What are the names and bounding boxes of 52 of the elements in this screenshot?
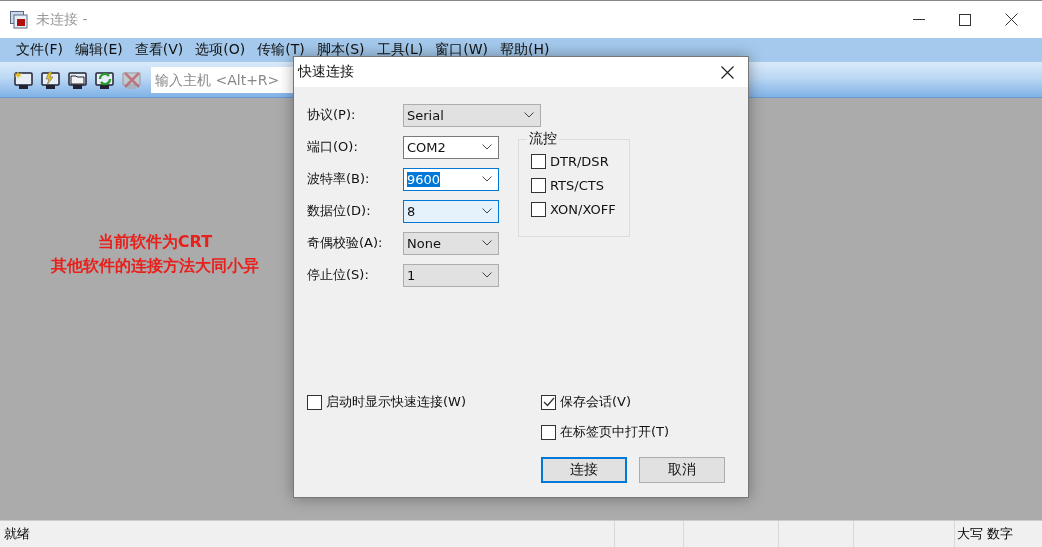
chevron-down-icon — [482, 176, 492, 182]
close-icon[interactable] — [721, 65, 734, 79]
chevron-down-icon — [524, 112, 534, 118]
host-input-field[interactable]: 输入主机 <Alt+R> — [151, 66, 295, 93]
cancel-button[interactable]: 取消 — [639, 457, 725, 483]
checkbox-label: RTS/CTS — [550, 178, 604, 193]
checkbox-label: 在标签页中打开(T) — [560, 423, 670, 441]
chevron-down-icon — [482, 144, 492, 150]
annotation-text: 当前软件为CRT — [97, 232, 213, 253]
annotation-text: 其他软件的连接方法大同小异 — [51, 256, 259, 277]
checkbox[interactable] — [531, 178, 546, 193]
status-indicator: 数字 — [987, 525, 1013, 543]
group-title: 流控 — [527, 130, 559, 148]
menu-item[interactable]: 传输(T) — [251, 41, 311, 59]
dropdown[interactable]: 8 — [403, 199, 499, 223]
checkbox-label: DTR/DSR — [550, 154, 609, 169]
dropdown[interactable]: COM2 — [403, 135, 499, 159]
checkbox[interactable] — [307, 394, 322, 410]
maximize-icon[interactable] — [959, 13, 971, 26]
checkbox[interactable] — [531, 202, 546, 217]
close-icon[interactable] — [1005, 13, 1018, 26]
field-label: 奇偶校验(A): — [307, 234, 384, 252]
checkbox-label: 启动时显示快速连接(W) — [326, 393, 466, 411]
status-indicator: 大写 — [957, 525, 983, 543]
chevron-down-icon — [482, 208, 492, 214]
field-label: 端口(O): — [307, 138, 359, 156]
app-icon — [10, 10, 28, 29]
checkbox[interactable] — [541, 424, 556, 440]
minimize-icon[interactable] — [913, 18, 925, 21]
checkbox-label: XON/XOFF — [550, 202, 616, 217]
window-title: 未连接 - — [36, 10, 88, 29]
checkbox-label: 保存会话(V) — [560, 393, 632, 411]
chevron-down-icon — [482, 272, 492, 278]
menu-item[interactable]: 选项(O) — [189, 41, 252, 59]
field-label: 数据位(D): — [307, 202, 372, 220]
chevron-down-icon — [482, 240, 492, 246]
dropdown[interactable]: 9600 — [403, 167, 499, 191]
menu-item[interactable]: 编辑(E) — [69, 41, 129, 59]
connect-button[interactable]: 连接 — [541, 457, 627, 483]
menu-item[interactable]: 工具(L) — [370, 41, 430, 59]
menu-item[interactable]: 文件(F) — [10, 41, 69, 59]
field-label: 波特率(B): — [307, 170, 371, 188]
checkbox[interactable] — [541, 394, 556, 410]
dialog-title: 快速连接 — [298, 63, 354, 81]
status-text: 就绪 — [3, 525, 31, 543]
field-label: 停止位(S): — [307, 266, 370, 284]
menu-item[interactable]: 脚本(S) — [310, 41, 371, 59]
field-label: 协议(P): — [307, 106, 357, 124]
checkbox[interactable] — [531, 154, 546, 169]
menu-item[interactable]: 窗口(W) — [429, 41, 495, 59]
menu-item[interactable]: 查看(V) — [128, 41, 190, 59]
menu-item[interactable]: 帮助(H) — [494, 41, 556, 59]
